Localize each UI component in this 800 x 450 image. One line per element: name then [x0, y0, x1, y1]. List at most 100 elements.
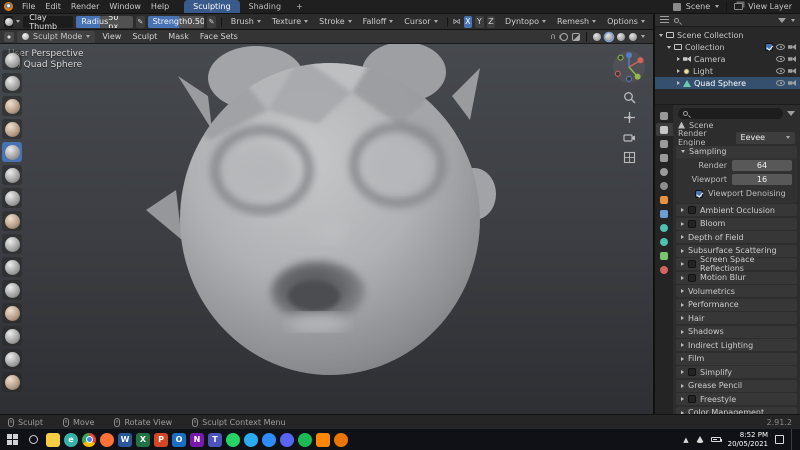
collection-checkbox[interactable] [765, 43, 773, 51]
brush-dropdown-chevron-icon[interactable] [16, 20, 21, 23]
section-checkbox[interactable] [688, 368, 696, 376]
section-motion-blur[interactable]: Motion Blur [676, 271, 797, 284]
viewport-samples-field[interactable]: 16 [732, 174, 792, 185]
scene-selector[interactable]: Scene [686, 2, 710, 11]
options-menu[interactable]: Options [603, 16, 649, 28]
ptab-tool[interactable] [656, 109, 673, 122]
brush-preview-icon[interactable] [4, 15, 14, 28]
menu-window[interactable]: Window [104, 1, 146, 12]
outliner-row-collection[interactable]: Collection [655, 41, 800, 53]
shading-dropdown-chevron-icon[interactable] [641, 35, 645, 38]
strength-slider[interactable]: Strength 0.500 [147, 15, 205, 28]
xray-toggle-icon[interactable] [572, 32, 580, 41]
battery-icon[interactable] [710, 437, 722, 442]
chevron-down-icon[interactable] [791, 18, 795, 22]
section-hair[interactable]: Hair [676, 312, 797, 324]
outliner-editor-icon[interactable] [660, 16, 669, 24]
sculpt-menu[interactable]: Sculpt [128, 32, 161, 41]
taskbar-app-telegram[interactable] [244, 432, 258, 447]
render-visibility-icon[interactable] [788, 68, 796, 74]
render-visibility-icon[interactable] [788, 44, 796, 50]
properties-search-input[interactable] [678, 108, 783, 119]
brush-draw-sharp[interactable] [2, 73, 22, 93]
outliner-row-light[interactable]: Light [655, 65, 800, 77]
taskbar-app-whatsapp[interactable] [226, 432, 240, 447]
workspace-tab-shading[interactable]: Shading [240, 0, 291, 13]
expand-arrow-icon[interactable] [667, 45, 671, 49]
section-volumetrics[interactable]: Volumetrics [676, 285, 797, 297]
brush-scrape[interactable] [2, 326, 22, 346]
view-layer-selector[interactable]: View Layer [748, 2, 792, 11]
brush-inflate[interactable] [2, 188, 22, 208]
taskbar-app-teams[interactable]: T [208, 432, 222, 447]
radius-slider[interactable]: Radius 50 px [76, 15, 134, 28]
ptab-view-layer[interactable] [656, 151, 673, 164]
remesh-menu[interactable]: Remesh [553, 16, 600, 28]
section-checkbox[interactable] [688, 219, 696, 228]
section-sampling[interactable]: Sampling [676, 145, 797, 158]
sculpted-head-mesh[interactable] [0, 44, 653, 414]
render-visibility-icon[interactable] [788, 80, 796, 86]
expand-arrow-icon[interactable] [677, 69, 680, 73]
mode-selector[interactable]: Sculpt Mode [17, 30, 96, 43]
section-freestyle[interactable]: Freestyle [676, 393, 797, 405]
brush-pinch[interactable] [2, 349, 22, 369]
section-checkbox[interactable] [688, 206, 696, 214]
brush-fill[interactable] [2, 303, 22, 323]
outliner-row-quad-sphere[interactable]: Quad Sphere [655, 77, 800, 89]
render-visibility-icon[interactable] [788, 56, 796, 62]
start-button[interactable] [4, 431, 21, 448]
ptab-world[interactable] [656, 179, 673, 192]
hide-eye-icon[interactable] [776, 80, 785, 86]
brush-clay[interactable] [2, 96, 22, 116]
action-center-icon[interactable] [775, 435, 784, 444]
ptab-physics[interactable] [656, 235, 673, 248]
radius-pressure-button[interactable]: ✎ [136, 15, 145, 28]
hide-eye-icon[interactable] [776, 68, 785, 74]
show-desktop-button[interactable] [791, 429, 793, 450]
taskbar-app-chrome[interactable] [82, 432, 96, 447]
view-menu[interactable]: View [98, 32, 125, 41]
snapping-magnet-icon[interactable]: ∩ [550, 32, 556, 41]
menu-edit[interactable]: Edit [40, 1, 66, 12]
shading-solid-icon[interactable] [605, 32, 613, 41]
viewport-denoising-checkbox[interactable] [695, 189, 703, 198]
filter-icon[interactable] [778, 17, 786, 23]
brush-flatten[interactable] [2, 280, 22, 300]
taskbar-app-file-explorer[interactable] [46, 432, 60, 447]
taskbar-app-word[interactable]: W [118, 432, 132, 447]
section-depth-of-field[interactable]: Depth of Field [676, 231, 797, 243]
filter-icon[interactable] [787, 111, 795, 116]
cursor-menu[interactable]: Cursor [400, 16, 441, 28]
ptab-modifiers[interactable] [656, 207, 673, 220]
section-ambient-occlusion[interactable]: Ambient Occlusion [676, 204, 797, 216]
section-shadows[interactable]: Shadows [676, 325, 797, 338]
section-grease-pencil[interactable]: Grease Pencil [676, 379, 797, 392]
3d-viewport[interactable]: User Perspective (1) Quad Sphere [0, 44, 653, 414]
expand-arrow-icon[interactable] [659, 33, 663, 37]
expand-arrow-icon[interactable] [677, 81, 680, 85]
ptab-material[interactable] [656, 263, 673, 276]
render-engine-select[interactable]: Eevee [735, 131, 795, 144]
symmetry-x-toggle[interactable]: X [463, 15, 473, 28]
brush-name-field[interactable]: Clay Thumb [23, 13, 74, 31]
ptab-scene[interactable] [656, 165, 673, 178]
mask-menu[interactable]: Mask [164, 32, 193, 41]
section-checkbox[interactable] [688, 273, 696, 282]
shading-material-icon[interactable] [617, 32, 625, 41]
outliner-row-camera[interactable]: Camera [655, 53, 800, 65]
taskbar-app-outlook[interactable]: O [172, 432, 186, 447]
hide-eye-icon[interactable] [776, 56, 785, 62]
taskbar-app-blender[interactable] [334, 432, 348, 447]
brush-clay-thumb[interactable] [2, 142, 22, 162]
workspace-tab-sculpting[interactable]: Sculpting [184, 0, 240, 13]
brush-clay-strips[interactable] [2, 119, 22, 139]
dyntopo-menu[interactable]: Dyntopo [501, 16, 550, 28]
brush-menu[interactable]: Brush [227, 16, 265, 28]
strength-pressure-button[interactable]: ✎ [207, 15, 216, 28]
ptab-render[interactable] [655, 123, 673, 136]
section-screen-space-reflections[interactable]: Screen Space Reflections [676, 255, 797, 273]
symmetry-z-toggle[interactable]: Z [486, 15, 496, 28]
taskbar-app-firefox[interactable] [100, 432, 114, 447]
brush-draw[interactable] [2, 50, 22, 70]
